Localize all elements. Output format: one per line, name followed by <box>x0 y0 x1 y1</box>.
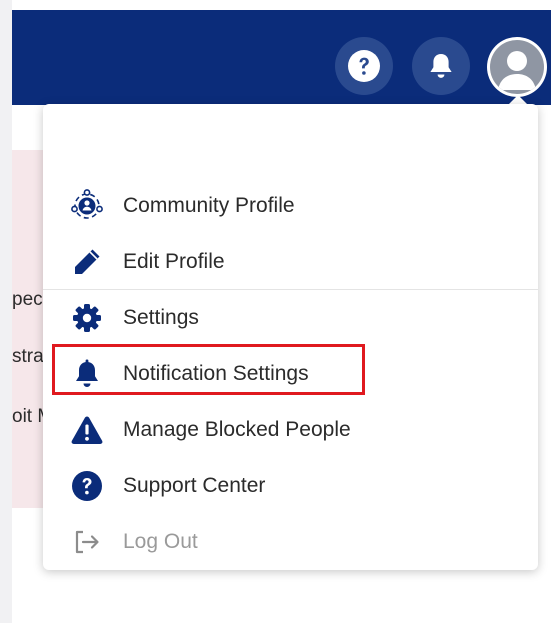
menu-item-edit-profile[interactable]: Edit Profile <box>43 234 538 290</box>
user-avatar-icon <box>490 40 544 94</box>
question-circle-icon <box>348 50 380 82</box>
menu-item-label: Support Center <box>123 474 266 497</box>
profile-dropdown-menu: Community Profile Edit Profile Settings … <box>43 104 538 570</box>
highlight-box <box>52 344 365 395</box>
user-avatar-button[interactable] <box>487 37 547 97</box>
menu-item-log-out[interactable]: Log Out <box>43 514 538 570</box>
logout-icon <box>68 523 106 561</box>
menu-item-label: Log Out <box>123 530 198 553</box>
menu-item-label: Settings <box>123 306 199 329</box>
menu-item-manage-blocked-people[interactable]: Manage Blocked People <box>43 402 538 458</box>
notifications-button[interactable] <box>412 37 470 95</box>
pencil-icon <box>68 243 106 281</box>
menu-item-label: Community Profile <box>123 194 295 217</box>
menu-item-label: Manage Blocked People <box>123 418 351 441</box>
menu-item-community-profile[interactable]: Community Profile <box>43 178 538 234</box>
background-text: pec <box>12 289 43 310</box>
menu-item-label: Edit Profile <box>123 250 225 273</box>
bell-icon <box>430 54 452 78</box>
warning-triangle-icon <box>68 411 106 449</box>
menu-item-support-center[interactable]: Support Center <box>43 458 538 514</box>
gear-icon <box>68 299 106 337</box>
background-text: stra <box>12 346 44 367</box>
help-button[interactable] <box>335 37 393 95</box>
community-profile-icon <box>68 187 106 225</box>
top-navigation-bar <box>12 10 551 105</box>
question-circle-icon <box>68 467 106 505</box>
menu-item-settings[interactable]: Settings <box>43 290 538 346</box>
